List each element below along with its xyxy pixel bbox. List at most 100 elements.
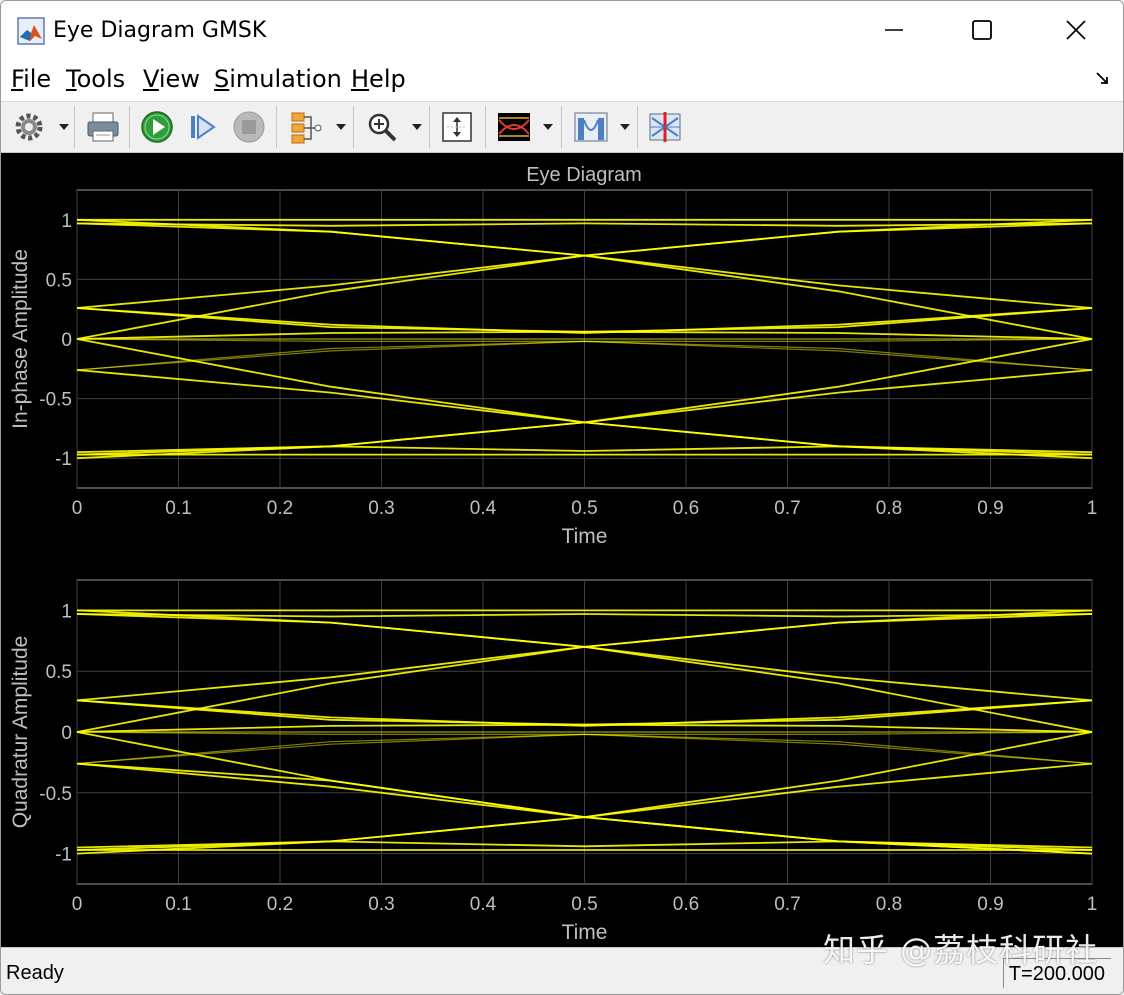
toolbar-separator	[129, 106, 130, 148]
cursor-measurement-icon	[649, 112, 681, 142]
stop-icon	[233, 111, 265, 143]
title-bar[interactable]: Eye Diagram GMSK	[1, 1, 1123, 59]
y-tick-label: 1	[61, 211, 72, 232]
x-axis-label: Time	[562, 525, 608, 548]
x-tick-label: 0.8	[876, 894, 902, 915]
scope-display: Eye Diagram 0 0.1 0.2 0.3 0.4 0.5 0.6 0.7 0.8 0.9…	[1, 153, 1123, 947]
toolbar-dock-arrow-icon[interactable]	[1095, 71, 1111, 92]
x-tick-label: 0.3	[368, 498, 394, 519]
chevron-down-icon	[412, 124, 422, 130]
x-tick-label: 0.2	[267, 894, 293, 915]
configuration-button[interactable]	[11, 108, 47, 146]
x-tick-label: 0.7	[774, 894, 800, 915]
scale-axes-icon	[442, 112, 472, 142]
scale-axes-button[interactable]	[438, 108, 476, 146]
app-window: Eye Diagram GMSK File Tools View Simulat…	[0, 0, 1124, 995]
x-tick-label: 0.1	[165, 894, 191, 915]
y-tick-label: -1	[55, 845, 72, 866]
close-button[interactable]	[1041, 7, 1111, 53]
signal-hierarchy-icon	[291, 112, 322, 144]
minimize-button[interactable]	[859, 7, 929, 53]
y-axis-label: In-phase Amplitude	[9, 249, 32, 429]
x-tick-label: 0.3	[368, 894, 394, 915]
x-tick-label: 0.5	[571, 498, 597, 519]
x-tick-label: 0.4	[470, 894, 497, 915]
toolbar-separator	[485, 106, 486, 148]
y-axis-label: Quadratur Amplitude	[9, 636, 32, 829]
menu-bar: File Tools View Simulation Help	[1, 59, 1123, 102]
stop-button[interactable]	[230, 108, 268, 146]
step-forward-icon	[191, 114, 216, 140]
y-tick-label: 0.5	[46, 270, 72, 291]
y-tick-label: -0.5	[39, 784, 72, 805]
gear-icon	[15, 113, 43, 141]
histogram-icon	[574, 112, 608, 142]
chevron-down-icon	[336, 124, 346, 130]
menu-help[interactable]: Help	[351, 65, 406, 93]
y-tick-label: 0	[61, 330, 72, 351]
eye-diagram-button[interactable]	[495, 108, 533, 146]
signal-hierarchy-dropdown[interactable]	[334, 108, 348, 146]
zoom-dropdown[interactable]	[410, 108, 424, 146]
run-icon	[141, 111, 173, 143]
x-tick-label: 0.9	[977, 894, 1003, 915]
quadrature-plot: 0 0.1 0.2 0.3 0.4 0.5 0.6 0.7 0.8 0.9 1 1 0.5 0 -0.5 -1…	[9, 579, 1098, 944]
y-tick-label: 0	[61, 723, 72, 744]
toolbar-separator	[637, 106, 638, 148]
x-tick-label: 1	[1087, 894, 1098, 915]
y-tick-label: 1	[61, 601, 72, 622]
print-button[interactable]	[83, 108, 123, 146]
signal-hierarchy-button[interactable]	[285, 108, 325, 146]
x-tick-label: 0.6	[673, 894, 699, 915]
watermark: 知乎 @荔枝科研社	[823, 931, 1099, 969]
configuration-dropdown[interactable]	[57, 108, 71, 146]
run-button[interactable]	[138, 108, 176, 146]
x-tick-label: 0.7	[774, 498, 800, 519]
x-tick-label: 1	[1087, 498, 1098, 519]
toolbar-separator	[561, 106, 562, 148]
zoom-in-button[interactable]	[363, 108, 401, 146]
x-tick-label: 0	[72, 894, 83, 915]
menu-tools[interactable]: Tools	[66, 65, 125, 93]
histogram-button[interactable]	[571, 108, 611, 146]
close-icon	[1066, 20, 1086, 40]
eye-diagram-plots: Eye Diagram 0 0.1 0.2 0.3 0.4 0.5 0.6 0.7 0.8 0.9…	[9, 164, 1098, 944]
histogram-dropdown[interactable]	[618, 108, 632, 146]
menu-simulation[interactable]: Simulation	[214, 65, 342, 93]
y-tick-label: 0.5	[46, 662, 72, 683]
x-tick-label: 0.5	[571, 894, 597, 915]
chevron-down-icon	[543, 124, 553, 130]
cursor-measurement-button[interactable]	[646, 108, 684, 146]
x-tick-label: 0.8	[876, 498, 902, 519]
status-text: Ready	[6, 962, 64, 984]
eye-diagram-icon	[498, 113, 530, 141]
x-tick-label: 0.9	[977, 498, 1003, 519]
x-tick-label: 0.6	[673, 498, 699, 519]
toolbar-separator	[353, 106, 354, 148]
y-tick-label: -0.5	[39, 390, 72, 411]
x-tick-label: 0	[72, 498, 83, 519]
toolbar-separator	[276, 106, 277, 148]
x-tick-label: 0.4	[470, 498, 497, 519]
toolbar-separator	[74, 106, 75, 148]
zoom-in-icon	[368, 113, 397, 142]
chevron-down-icon	[59, 124, 69, 130]
chevron-down-icon	[620, 124, 630, 130]
in-phase-plot: 0 0.1 0.2 0.3 0.4 0.5 0.6 0.7 0.8 0.9 1 1 0.5 0 -0.5 -1…	[9, 189, 1098, 548]
window-title: Eye Diagram GMSK	[53, 18, 267, 43]
minimize-icon	[885, 29, 903, 31]
maximize-icon	[972, 20, 992, 40]
toolbar-separator	[429, 106, 430, 148]
y-tick-label: -1	[55, 449, 72, 470]
x-tick-label: 0.1	[165, 498, 191, 519]
print-icon	[87, 112, 119, 142]
plot-title: Eye Diagram	[526, 164, 642, 186]
matlab-icon	[17, 17, 45, 45]
maximize-button[interactable]	[947, 7, 1017, 53]
menu-view[interactable]: View	[143, 65, 200, 93]
x-axis-label: Time	[562, 921, 608, 944]
menu-file[interactable]: File	[11, 65, 51, 93]
eye-diagram-dropdown[interactable]	[541, 108, 555, 146]
toolbar	[1, 102, 1123, 153]
step-forward-button[interactable]	[185, 108, 221, 146]
